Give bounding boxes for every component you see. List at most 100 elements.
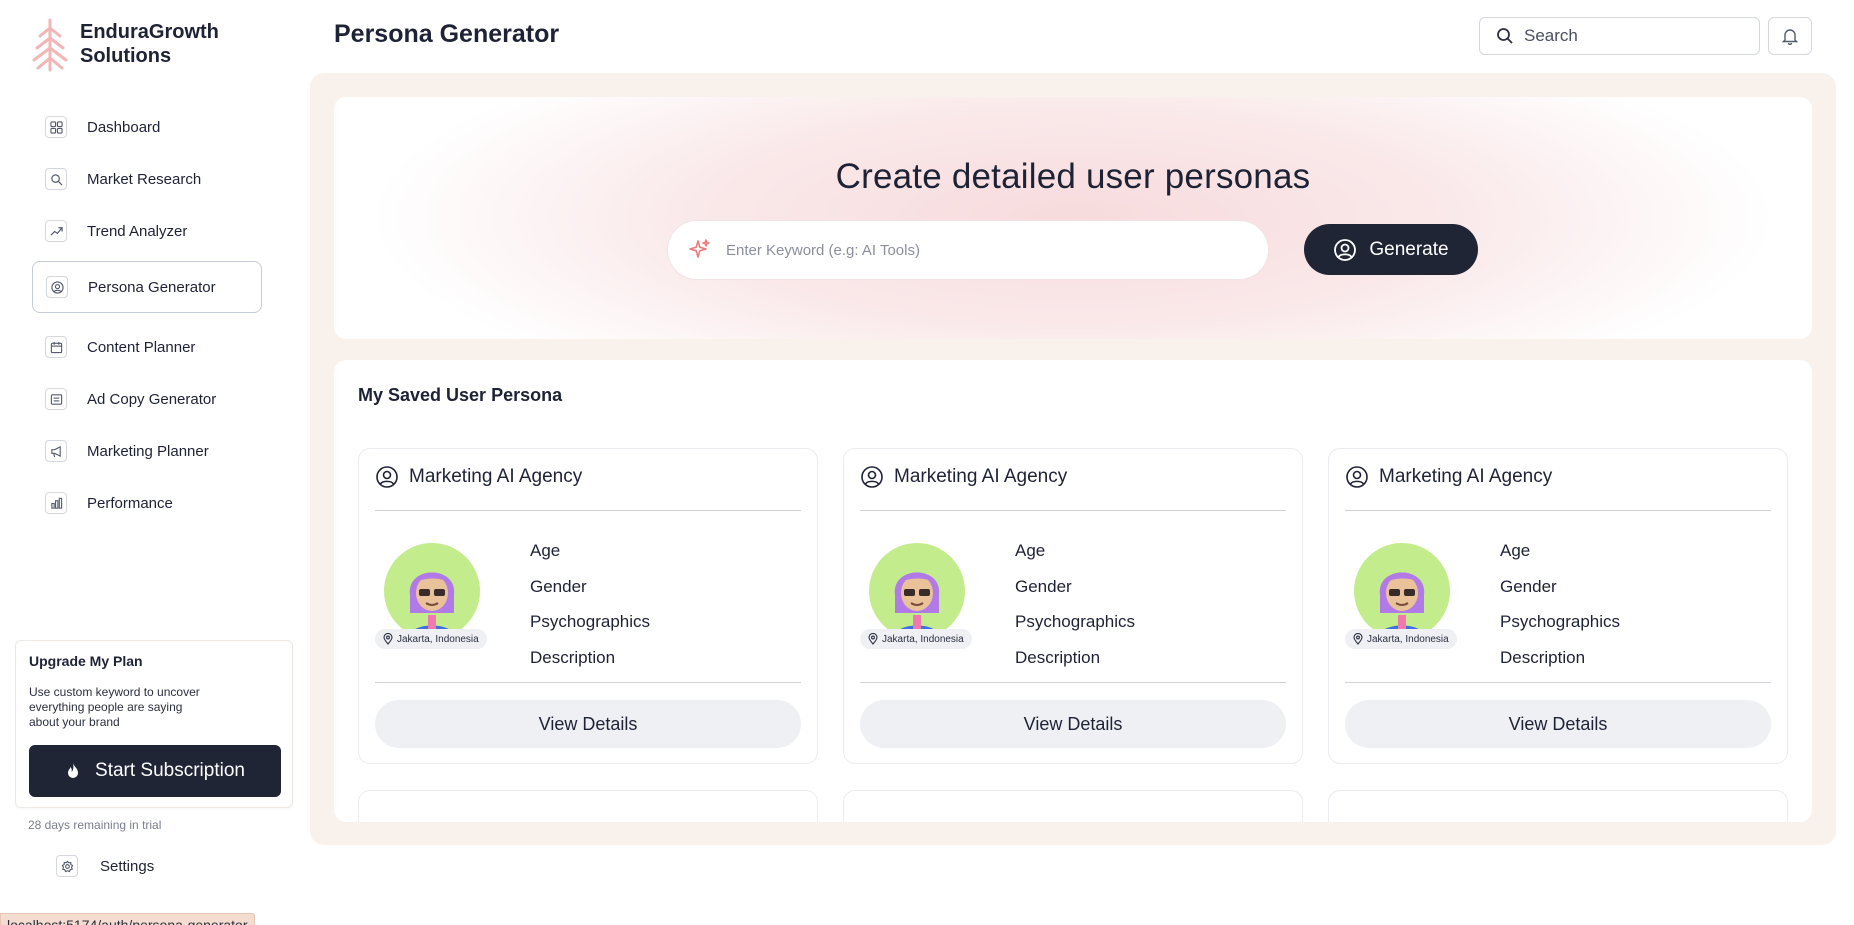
field-psychographics: Psychographics	[1015, 612, 1136, 631]
persona-hero: Create detailed user personas Generate	[334, 97, 1812, 339]
location-text: Jakarta, Indonesia	[882, 633, 964, 645]
upgrade-title: Upgrade My Plan	[29, 653, 143, 669]
user-circle-icon	[1346, 466, 1368, 488]
persona-fields: Age Gender Psychographics Description	[1500, 533, 1620, 675]
persona-card: Marketing AI Agency Jakarta, Indonesia A…	[358, 448, 818, 764]
divider	[375, 682, 801, 683]
field-gender: Gender	[1500, 576, 1557, 596]
user-circle-icon	[376, 466, 398, 488]
search-input[interactable]	[1524, 26, 1744, 46]
user-circle-icon	[1334, 238, 1357, 261]
notification-button[interactable]	[1768, 17, 1812, 55]
persona-name: Marketing AI Agency	[894, 466, 1068, 487]
search-icon	[1497, 28, 1513, 44]
saved-personas-title: My Saved User Persona	[358, 385, 563, 405]
persona-card-header: Marketing AI Agency	[1345, 465, 1552, 489]
sidebar-item-ad-copy-generator[interactable]: Ad Copy Generator	[32, 375, 262, 423]
map-pin-icon	[1353, 633, 1363, 645]
view-details-button[interactable]: View Details	[375, 700, 801, 748]
brand-name: EnduraGrowth Solutions	[80, 21, 219, 67]
generate-label: Generate	[1369, 238, 1449, 260]
sidebar-nav: Dashboard Market Research Trend Analyzer…	[32, 103, 262, 531]
start-subscription-button[interactable]: Start Subscription	[29, 745, 281, 797]
persona-name: Marketing AI Agency	[1379, 466, 1553, 487]
sidebar-item-label: Content Planner	[87, 338, 196, 356]
sidebar-item-market-research[interactable]: Market Research	[32, 155, 262, 203]
trial-remaining: 28 days remaining in trial	[28, 818, 162, 832]
persona-avatar	[869, 543, 965, 639]
sidebar-item-label: Performance	[87, 494, 173, 512]
trend-icon	[45, 220, 67, 242]
field-gender: Gender	[530, 576, 587, 596]
divider	[860, 682, 1286, 683]
field-psychographics: Psychographics	[530, 612, 651, 631]
user-circle-icon	[46, 276, 68, 298]
ad-icon	[45, 388, 67, 410]
persona-avatar	[384, 543, 480, 639]
calendar-icon	[45, 336, 67, 358]
field-psychographics: Psychographics	[1500, 612, 1621, 631]
page-title: Persona Generator	[334, 20, 560, 48]
bell-icon	[1782, 29, 1798, 45]
field-gender: Gender	[1015, 576, 1072, 596]
persona-card: Marketing AI Agency Jakarta, Indonesia A…	[843, 448, 1303, 764]
map-pin-icon	[868, 633, 878, 645]
flame-icon	[68, 763, 79, 778]
map-pin-icon	[383, 633, 393, 645]
logo-icon	[32, 18, 68, 72]
persona-card-partial	[1328, 790, 1788, 822]
view-details-button[interactable]: View Details	[1345, 700, 1771, 748]
sidebar-item-label: Dashboard	[87, 118, 161, 136]
main-panel: Create detailed user personas Generate M…	[310, 73, 1836, 845]
search-icon	[45, 168, 67, 190]
sidebar-item-content-planner[interactable]: Content Planner	[32, 323, 262, 371]
search-box[interactable]	[1479, 17, 1760, 55]
grid-icon	[45, 116, 67, 138]
field-age: Age	[530, 541, 561, 560]
brand-logo[interactable]: EnduraGrowth Solutions	[30, 16, 250, 72]
sidebar-item-settings[interactable]: Settings	[56, 855, 154, 877]
persona-card-partial	[843, 790, 1303, 822]
keyword-input[interactable]	[726, 241, 1226, 259]
user-circle-icon	[861, 466, 883, 488]
persona-card-header: Marketing AI Agency	[375, 465, 582, 489]
upgrade-description: Use custom keyword to uncover everything…	[29, 685, 200, 729]
persona-card: Marketing AI Agency Jakarta, Indonesia A…	[1328, 448, 1788, 764]
sidebar-item-marketing-planner[interactable]: Marketing Planner	[32, 427, 262, 475]
persona-fields: Age Gender Psychographics Description	[1015, 533, 1135, 675]
field-description: Description	[1015, 647, 1101, 667]
sidebar-item-label: Market Research	[87, 170, 202, 188]
divider	[375, 510, 801, 511]
location-badge: Jakarta, Indonesia	[375, 629, 487, 649]
sidebar-item-trend-analyzer[interactable]: Trend Analyzer	[32, 207, 262, 255]
sidebar-item-persona-generator[interactable]: Persona Generator	[32, 261, 262, 313]
sidebar: EnduraGrowth Solutions Dashboard Market …	[0, 0, 300, 925]
persona-card-partial	[358, 790, 818, 822]
sidebar-item-performance[interactable]: Performance	[32, 479, 262, 527]
app-root: EnduraGrowth Solutions Dashboard Market …	[0, 0, 1854, 925]
sidebar-item-label: Ad Copy Generator	[87, 390, 217, 408]
field-age: Age	[1015, 541, 1046, 560]
field-description: Description	[1500, 647, 1586, 667]
location-text: Jakarta, Indonesia	[397, 633, 479, 645]
saved-personas: My Saved User Persona Marketing AI Agenc…	[334, 360, 1812, 822]
status-bar-url: localhost:5174/auth/persona-generator	[0, 913, 255, 925]
keyword-field[interactable]	[667, 220, 1269, 280]
view-details-button[interactable]: View Details	[860, 700, 1286, 748]
persona-avatar	[1354, 543, 1450, 639]
megaphone-icon	[45, 440, 67, 462]
divider	[1345, 682, 1771, 683]
generate-button[interactable]: Generate	[1304, 224, 1478, 275]
sidebar-item-dashboard[interactable]: Dashboard	[32, 103, 262, 151]
start-subscription-label: Start Subscription	[95, 760, 245, 781]
persona-card-header: Marketing AI Agency	[860, 465, 1067, 489]
location-badge: Jakarta, Indonesia	[1345, 629, 1457, 649]
settings-label: Settings	[100, 857, 155, 875]
divider	[1345, 510, 1771, 511]
sidebar-item-label: Persona Generator	[88, 278, 216, 296]
sparkle-icon	[689, 239, 710, 258]
sidebar-item-label: Trend Analyzer	[87, 222, 188, 240]
hero-title: Create detailed user personas	[835, 157, 1311, 196]
location-badge: Jakarta, Indonesia	[860, 629, 972, 649]
location-text: Jakarta, Indonesia	[1367, 633, 1449, 645]
